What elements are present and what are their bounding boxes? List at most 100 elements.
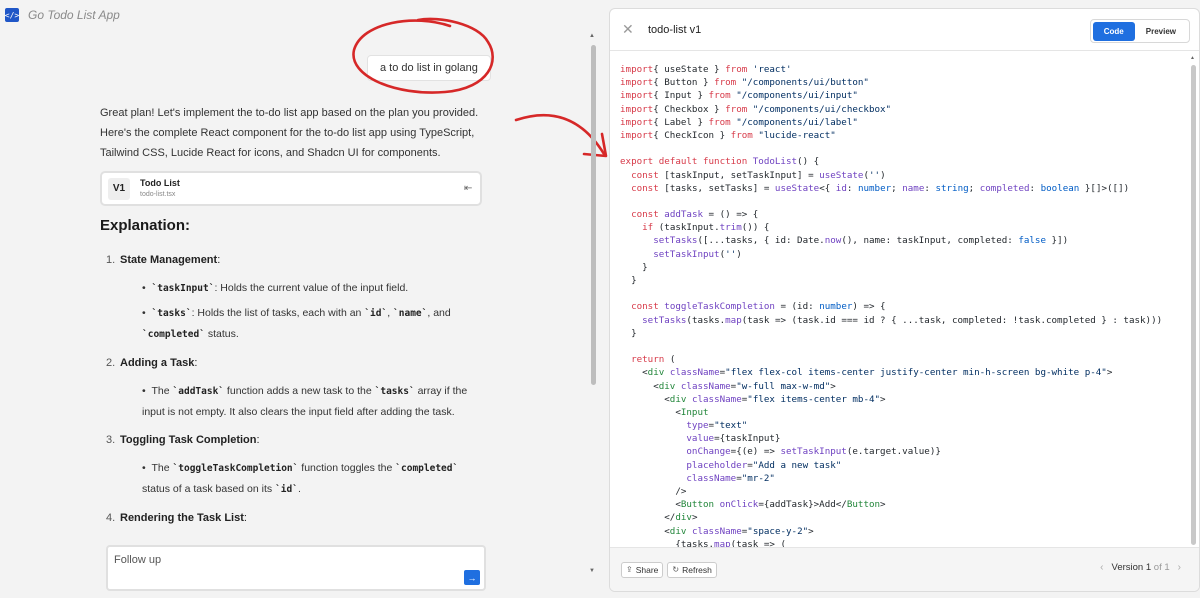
code-line: import{ CheckIcon } from "lucide-react" xyxy=(620,129,1199,142)
open-panel-icon[interactable]: ⇤ xyxy=(464,179,480,199)
code-token: Input xyxy=(680,406,709,418)
artifact-card[interactable]: V1 Todo List todo-list.tsx ⇤ xyxy=(100,171,482,206)
explanation-step: 1. State Management xyxy=(100,250,485,270)
bullet-text: status. xyxy=(204,328,239,340)
step-title: Rendering the Task List xyxy=(120,508,247,528)
code-token: ; xyxy=(968,182,980,194)
code-token: import xyxy=(620,64,654,75)
code-token: }[]>([]) xyxy=(1079,182,1130,194)
code-token: boolean xyxy=(1040,182,1080,194)
code-viewer[interactable]: import{ useState } from 'react' import{ B… xyxy=(610,52,1199,549)
code-line: const addTask = () => { xyxy=(620,208,1199,221)
version-badge: V1 xyxy=(108,177,130,200)
code-token: < xyxy=(620,380,659,392)
version-nav: ‹ Version 1 of 1 › xyxy=(1092,562,1189,573)
version-of: of xyxy=(1153,562,1162,573)
code-token: from xyxy=(725,64,748,75)
code-token: number xyxy=(819,301,853,313)
code-token: Button xyxy=(846,499,881,511)
followup-input[interactable] xyxy=(114,554,414,566)
scroll-down-icon[interactable]: ▼ xyxy=(589,568,595,574)
code-token: <{ xyxy=(819,182,836,194)
refresh-button[interactable]: ↻ Refresh xyxy=(667,561,717,578)
code-token: { Label } xyxy=(653,116,709,128)
code-token: { Button } xyxy=(653,77,715,89)
tab-code[interactable]: Code xyxy=(1092,21,1135,41)
code-token: { useState } xyxy=(653,64,726,75)
top-bar: </> Go Todo List App xyxy=(0,0,600,30)
bullet-text: : Holds the current value of the input f… xyxy=(214,282,409,294)
code-token: className xyxy=(664,367,720,379)
code-token: </ xyxy=(620,512,676,524)
code-token: (tasks. xyxy=(686,314,726,326)
code-token: "/components/ui/checkbox" xyxy=(747,103,892,115)
bullet-text: The xyxy=(151,385,173,397)
send-button[interactable]: → xyxy=(464,570,480,585)
code-token: ; xyxy=(891,182,903,194)
code-line: value={taskInput} xyxy=(620,432,1199,445)
code-token: const xyxy=(631,169,659,181)
code-token: } xyxy=(620,275,637,286)
scrollbar-thumb[interactable] xyxy=(1191,65,1196,545)
chat-scrollbar[interactable]: ▲ ▼ xyxy=(588,33,598,583)
inline-code: `tasks` xyxy=(374,386,415,397)
code-token: ()) { xyxy=(741,222,770,234)
code-token: : xyxy=(924,182,936,194)
code-token: /> xyxy=(620,486,687,497)
tab-preview[interactable]: Preview xyxy=(1135,22,1187,41)
bullet-text: The xyxy=(151,462,173,474)
bullet-item: • The `toggleTaskCompletion` function to… xyxy=(142,462,459,495)
code-token: : xyxy=(846,182,858,194)
scroll-up-icon[interactable]: ▲ xyxy=(589,33,595,39)
code-token: ={(e) => xyxy=(730,446,781,458)
code-token: }]) xyxy=(1046,235,1069,247)
step-title: Toggling Task Completion xyxy=(120,430,260,450)
code-scrollbar[interactable]: ▲ xyxy=(1189,55,1197,547)
code-token: const xyxy=(631,301,659,313)
bullet-text: : Holds the list of tasks, each with an xyxy=(191,307,365,319)
bullet-item: • The `addTask` function adds a new task… xyxy=(142,385,468,418)
scrollbar-thumb[interactable] xyxy=(591,45,596,385)
code-line: <Input xyxy=(620,406,1199,419)
followup-box[interactable]: → xyxy=(106,545,486,591)
inline-code: `toggleTaskCompletion` xyxy=(172,463,299,474)
code-token: < xyxy=(620,367,648,379)
code-token: { Checkbox } xyxy=(653,103,726,115)
version-total: 1 xyxy=(1164,562,1170,573)
code-token: "Add a new task" xyxy=(752,459,842,471)
code-token: < xyxy=(620,393,670,405)
scroll-up-icon[interactable]: ▲ xyxy=(1190,55,1195,61)
code-token: (taskInput. xyxy=(653,222,720,234)
view-toggle: Code Preview xyxy=(1089,19,1190,43)
chevron-right-icon[interactable]: › xyxy=(1178,562,1181,573)
code-token: '' xyxy=(725,248,737,260)
code-token: ) => { xyxy=(852,301,886,313)
code-token: trim xyxy=(719,222,742,234)
bullet-text: function adds a new task to the xyxy=(224,385,375,397)
code-token: useState xyxy=(774,182,820,194)
chat-pane: a to do list in golang Great plan! Let's… xyxy=(0,17,608,598)
code-token: < xyxy=(620,499,681,511)
code-token: (e.target.value)} xyxy=(846,446,941,458)
code-line: <div className="space-y-2"> xyxy=(620,525,1199,538)
close-icon[interactable]: ✕ xyxy=(622,21,634,38)
chevron-left-icon[interactable]: ‹ xyxy=(1100,562,1103,573)
code-line: <div className="flex flex-col items-cent… xyxy=(620,366,1199,379)
code-line: } xyxy=(620,327,1199,340)
code-token: '' xyxy=(868,169,881,181)
code-token: } xyxy=(620,261,648,273)
share-label: Share xyxy=(635,564,659,575)
code-line: <div className="w-full max-w-md"> xyxy=(620,380,1199,393)
step-number: 3. xyxy=(106,434,116,446)
code-token: import xyxy=(620,90,654,102)
share-button[interactable]: ⇪ Share xyxy=(621,561,664,578)
code-line: const [tasks, setTasks] = useState<{ id:… xyxy=(620,182,1199,195)
code-token: ( xyxy=(664,354,676,366)
